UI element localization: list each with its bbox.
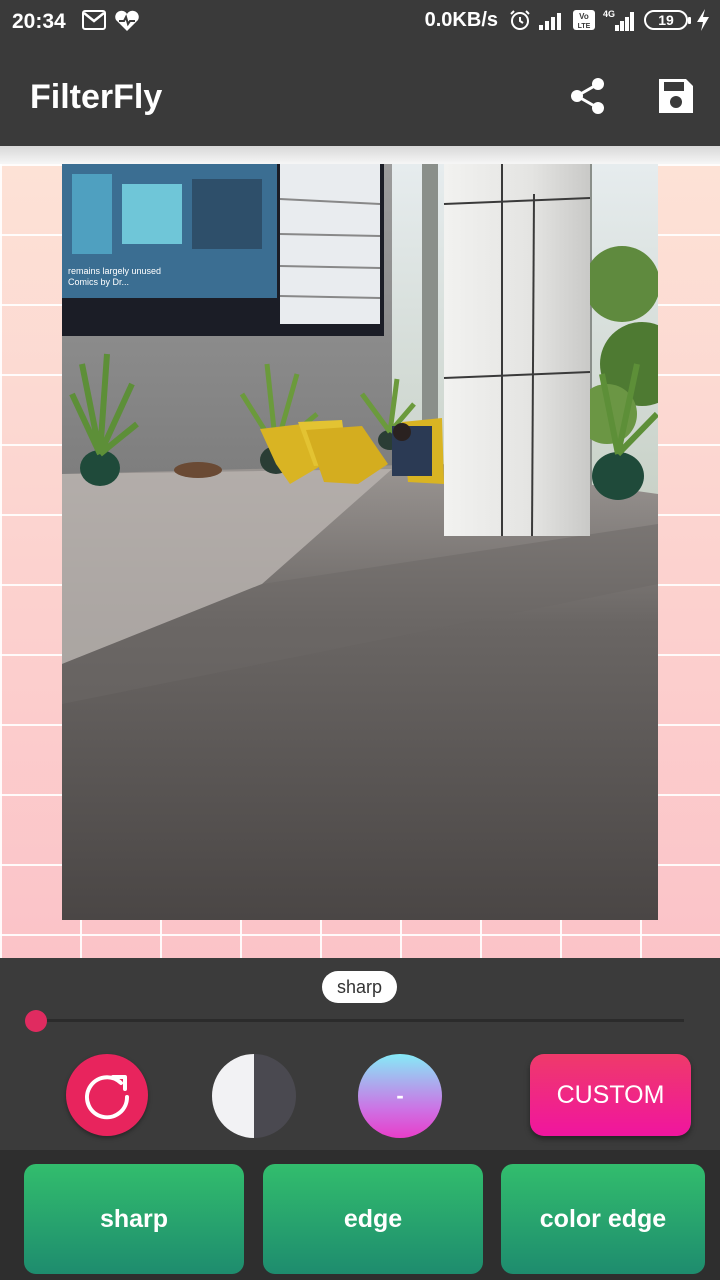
filter-list: sharp edge color edge (0, 1150, 720, 1280)
intensity-slider-thumb[interactable] (25, 1010, 47, 1032)
current-filter-chip: sharp (322, 971, 398, 1003)
status-time: 20:34 (12, 10, 66, 33)
rotate-icon (85, 1075, 130, 1120)
edited-photo[interactable]: remains largely unused Comics by Dr... (62, 164, 658, 920)
status-notification-icons (82, 10, 140, 32)
screen-caption-2: Comics by Dr... (68, 277, 129, 287)
svg-text:LTE: LTE (578, 23, 591, 30)
filter-edge-button[interactable]: edge (263, 1164, 483, 1274)
network-speed: 0.0KB/s (424, 8, 498, 31)
signal-icon (539, 13, 561, 30)
custom-button[interactable]: CUSTOM (530, 1054, 691, 1136)
health-heart-icon (115, 10, 139, 31)
battery-icon: 19 (644, 10, 691, 30)
app-title: FilterFly (30, 78, 163, 116)
4g-signal-icon: 4G (603, 9, 634, 31)
image-canvas: remains largely unused Comics by Dr... (0, 164, 720, 958)
status-system-icons: 0.0KB/s Vo LTE 4G 19 (425, 8, 712, 32)
contrast-button[interactable] (212, 1054, 296, 1138)
status-bar: 20:34 0.0KB/s Vo LTE 4G 19 (0, 0, 720, 46)
intensity-slider-track[interactable] (36, 1019, 684, 1022)
screen-caption-1: remains largely unused (68, 266, 161, 276)
battery-level: 19 (658, 12, 674, 28)
gmail-icon (82, 10, 106, 30)
rotate-button[interactable] (66, 1054, 148, 1136)
volte-icon: Vo LTE (573, 10, 595, 30)
app-screen: 20:34 0.0KB/s Vo LTE 4G 19 FilterFly rem… (0, 0, 720, 1280)
filter-sharp-button[interactable]: sharp (24, 1164, 244, 1274)
app-bar: FilterFly (0, 46, 720, 146)
svg-text:Vo: Vo (579, 12, 589, 21)
share-icon[interactable] (568, 76, 608, 116)
gradient-button[interactable]: - (358, 1054, 442, 1138)
charging-icon (697, 9, 709, 31)
app-bar-shadow (0, 146, 720, 164)
svg-text:4G: 4G (603, 9, 615, 19)
save-icon[interactable] (656, 76, 696, 116)
lobby-photo-illustration: remains largely unused Comics by Dr... (62, 164, 658, 920)
alarm-icon (510, 10, 530, 30)
filter-color-edge-button[interactable]: color edge (501, 1164, 705, 1274)
filter-controls: sharp - CUSTOM (0, 958, 720, 1150)
